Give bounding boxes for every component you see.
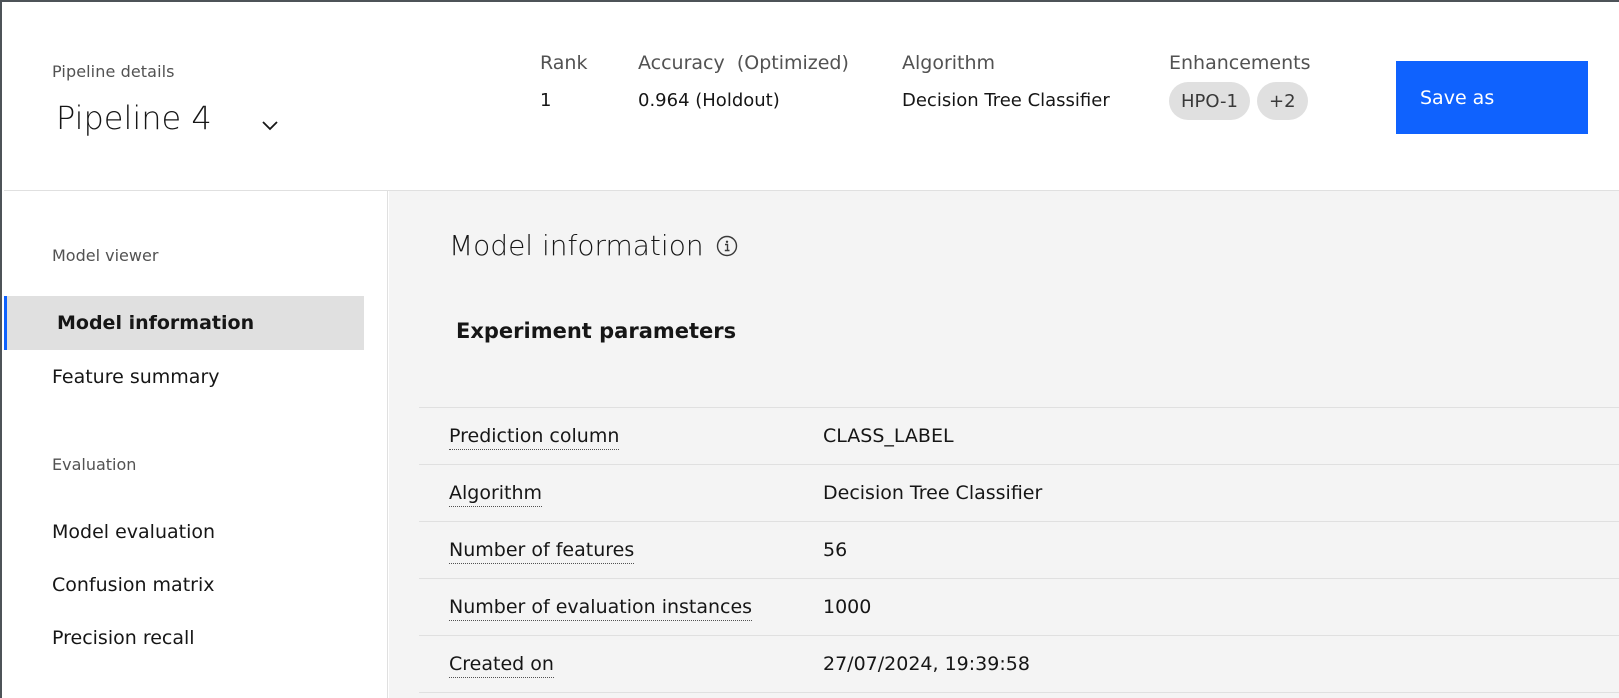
main-content: Model information Experiment parameters … <box>389 191 1619 698</box>
param-value: 56 <box>823 539 848 561</box>
param-key[interactable]: Prediction column <box>449 425 620 450</box>
algorithm-value: Decision Tree Classifier <box>902 90 1110 111</box>
algorithm-metric: Algorithm Decision Tree Classifier <box>902 52 1110 111</box>
table-row: Number of features 56 <box>419 522 1619 579</box>
accuracy-metric: Accuracy (Optimized) 0.964 (Holdout) <box>638 52 849 111</box>
pipeline-name[interactable]: Pipeline 4 <box>56 99 212 137</box>
accuracy-label: Accuracy (Optimized) <box>638 52 849 74</box>
algorithm-label: Algorithm <box>902 52 996 74</box>
rank-value: 1 <box>540 90 552 111</box>
pipeline-header: Pipeline details Pipeline 4 Rank 1 Accur… <box>4 4 1619 191</box>
enhancements-label: Enhancements <box>1169 52 1311 74</box>
param-value: Decision Tree Classifier <box>823 482 1043 504</box>
param-key[interactable]: Created on <box>449 653 554 678</box>
rank-metric: Rank 1 <box>540 52 587 111</box>
parameters-table: Prediction column CLASS_LABEL Algorithm … <box>419 407 1619 693</box>
param-value: 27/07/2024, 19:39:58 <box>823 653 1030 675</box>
info-icon[interactable] <box>716 235 738 257</box>
sidebar-item-model-evaluation[interactable]: Model evaluation <box>4 505 364 559</box>
model-viewer-heading: Model viewer <box>52 246 159 265</box>
enhancement-tag[interactable]: HPO-1 <box>1169 82 1251 120</box>
param-key[interactable]: Algorithm <box>449 482 543 507</box>
enhancement-tags: HPO-1 +2 <box>1169 82 1311 120</box>
evaluation-heading: Evaluation <box>52 455 137 474</box>
param-key[interactable]: Number of features <box>449 539 635 564</box>
enhancements-metric: Enhancements HPO-1 +2 <box>1169 52 1311 120</box>
app-window: Pipeline details Pipeline 4 Rank 1 Accur… <box>0 0 1619 698</box>
chevron-down-icon[interactable] <box>260 118 280 132</box>
sidebar-item-model-information[interactable]: Model information <box>4 296 364 350</box>
param-value: 1000 <box>823 596 872 618</box>
param-key[interactable]: Number of evaluation instances <box>449 596 753 621</box>
section-title: Experiment parameters <box>456 319 737 343</box>
sidebar-item-feature-summary[interactable]: Feature summary <box>4 350 364 404</box>
param-value: CLASS_LABEL <box>823 425 954 447</box>
table-row: Algorithm Decision Tree Classifier <box>419 465 1619 522</box>
page-title: Model information <box>449 229 738 262</box>
accuracy-value: 0.964 (Holdout) <box>638 90 780 111</box>
sidebar-item-confusion-matrix[interactable]: Confusion matrix <box>4 558 364 612</box>
page-title-text: Model information <box>449 229 704 262</box>
save-as-button[interactable]: Save as <box>1396 61 1588 134</box>
sidebar: Model viewer Model information Feature s… <box>4 191 388 698</box>
pipeline-details-label: Pipeline details <box>52 62 175 81</box>
table-row: Prediction column CLASS_LABEL <box>419 408 1619 465</box>
sidebar-item-precision-recall[interactable]: Precision recall <box>4 611 364 665</box>
table-row: Created on 27/07/2024, 19:39:58 <box>419 636 1619 693</box>
rank-label: Rank <box>540 52 588 74</box>
enhancement-more-tag[interactable]: +2 <box>1257 82 1308 120</box>
table-row: Number of evaluation instances 1000 <box>419 579 1619 636</box>
